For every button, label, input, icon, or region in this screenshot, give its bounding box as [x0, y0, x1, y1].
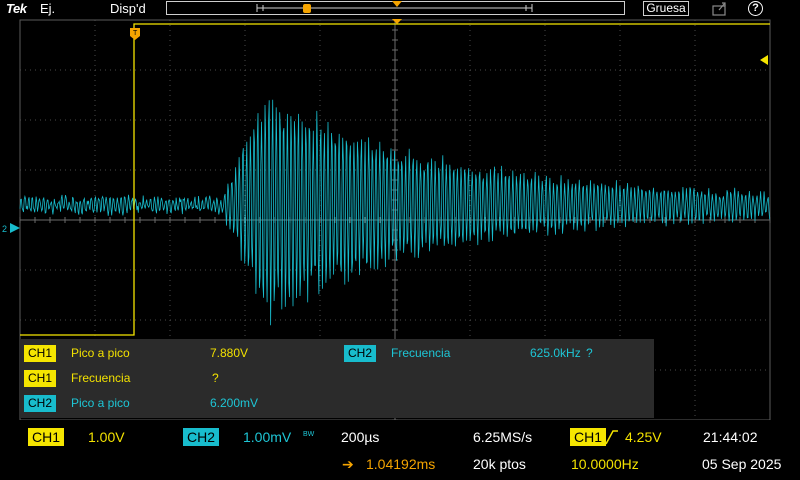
- acquisition-state: Disp'd: [110, 1, 146, 16]
- trigger-source[interactable]: CH1: [570, 428, 607, 446]
- bw-limit-icon: BW: [303, 431, 315, 438]
- measure-4-value: 6.200mV: [210, 396, 259, 410]
- measure-4-name: Pico a pico: [71, 396, 130, 410]
- ch2-button[interactable]: CH2: [183, 428, 220, 446]
- measure-3-name: Frecuencia: [71, 371, 131, 385]
- ch2-ground-marker: 2: [2, 223, 20, 234]
- measure-1-value: 7.880V: [210, 346, 249, 360]
- measure-2-value: 625.0kHz: [530, 346, 581, 360]
- clock-time: 21:44:02: [703, 429, 758, 445]
- measure-2-channel: CH2: [344, 345, 377, 362]
- trigger-marker-icon: [392, 1, 402, 7]
- trigger-offset-arrow-icon: ➔: [342, 456, 354, 472]
- record-memory-bar[interactable]: [166, 1, 625, 15]
- trigger-frequency: 10.0000Hz: [571, 456, 639, 472]
- timebase-scale[interactable]: 200µs: [341, 427, 379, 447]
- status-bar: CH1 1.00V CH2 1.00mV BW 200µs 6.25MS/s C…: [0, 420, 800, 480]
- trigger-level[interactable]: 4.25V: [625, 427, 662, 447]
- svg-text:T: T: [133, 30, 138, 37]
- run-mode-label: Ej.: [40, 1, 56, 16]
- measure-1-name: Pico a pico: [71, 346, 130, 360]
- sample-rate: 6.25MS/s: [473, 429, 533, 445]
- ch1-scale[interactable]: 1.00V: [88, 427, 125, 447]
- trigger-position-marker: T: [130, 28, 140, 40]
- measure-2-flag: ?: [586, 346, 593, 360]
- top-bar: Tek Ej. Disp'd Gruesa ?: [0, 0, 800, 18]
- svg-text:2: 2: [2, 224, 7, 234]
- measure-3-channel: CH1: [24, 370, 57, 387]
- ch2-scale[interactable]: 1.00mV: [243, 427, 291, 447]
- record-length: 20k ptos: [473, 456, 526, 472]
- trigger-top-marker: [392, 19, 402, 24]
- help-icon[interactable]: ?: [748, 1, 763, 16]
- measurement-panel: CH1 Pico a pico 7.880V CH2 Frecuencia 62…: [20, 339, 654, 418]
- date: 05 Sep 2025: [702, 456, 782, 472]
- rising-edge-icon: [605, 430, 618, 445]
- trigger-level-marker: [760, 55, 768, 65]
- measure-4-channel: CH2: [24, 395, 57, 412]
- measure-2-name: Frecuencia: [391, 346, 451, 360]
- trigger-offset[interactable]: 1.04192ms: [366, 454, 435, 474]
- acquire-mode-button[interactable]: Gruesa: [643, 1, 689, 16]
- measure-3-value: ?: [212, 371, 219, 385]
- save-export-icon[interactable]: [712, 1, 728, 16]
- brand-logo: Tek: [6, 1, 27, 16]
- ch1-button[interactable]: CH1: [28, 428, 65, 446]
- measure-1-channel: CH1: [24, 345, 57, 362]
